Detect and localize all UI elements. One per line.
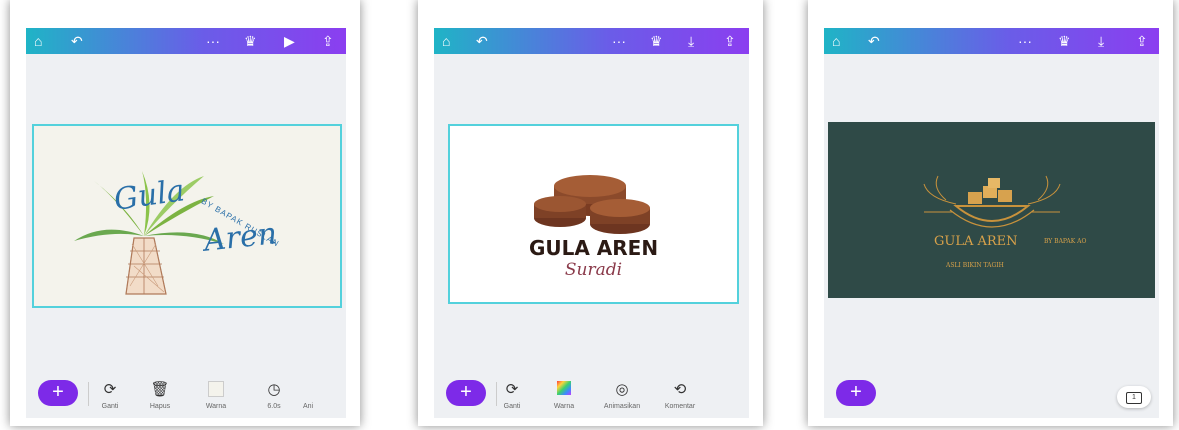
add-button[interactable]: +	[38, 380, 78, 406]
design-title: GULA AREN	[934, 234, 1018, 249]
add-button[interactable]: +	[836, 380, 876, 406]
tool-label: Warna	[205, 403, 227, 410]
download-icon[interactable]: ⤓	[1098, 28, 1104, 54]
bottom-toolbar: + ⟳ Ganti Warna ◎ Animasikan ⟲ Komentar	[434, 370, 749, 418]
crown-icon[interactable]: ♛	[1058, 28, 1071, 54]
editor-screen: ⌂ ↶ ··· ♛ ⤓ ⇪ GULA AREN BY BAPAK AO ASLI…	[824, 28, 1159, 418]
top-toolbar: ⌂ ↶ ··· ♛ ▶ ⇪	[26, 28, 346, 54]
tool-label: Ani	[302, 403, 314, 410]
tool-animate[interactable]: Ani	[298, 381, 318, 410]
share-icon[interactable]: ⇪	[1136, 28, 1148, 54]
comment-icon: ⟲	[673, 381, 687, 398]
design-canvas[interactable]: Gula Aren BY BAPAK RUSLAN	[32, 124, 342, 308]
animate-icon	[298, 381, 318, 399]
tool-comment[interactable]: ⟲ Komentar	[650, 381, 710, 410]
share-icon[interactable]: ⇪	[724, 28, 736, 54]
tool-delete[interactable]: 🗑 Hapus	[130, 381, 190, 410]
tool-color[interactable]: Warna	[534, 381, 594, 410]
plus-icon: +	[460, 381, 472, 403]
crown-icon[interactable]: ♛	[244, 28, 257, 54]
design-canvas[interactable]: GULA AREN BY BAPAK AO ASLI BIKIN TAGIH	[828, 122, 1155, 298]
timer-icon: ◷	[267, 381, 281, 398]
color-swatch-icon	[186, 381, 246, 399]
tool-label: 6.0s	[267, 403, 281, 410]
present-icon[interactable]: ▶	[284, 28, 295, 54]
design-title: GULA AREN	[528, 236, 659, 260]
tool-animate[interactable]: ◎ Animasikan	[592, 381, 652, 410]
replace-icon: ⟳	[505, 381, 519, 398]
tool-label: Komentar	[664, 403, 696, 410]
download-icon[interactable]: ⤓	[688, 28, 694, 54]
design-byline: BY BAPAK AO	[1044, 238, 1087, 245]
design-canvas[interactable]: GULA AREN Suradi	[448, 124, 739, 304]
color-palette-icon	[534, 381, 594, 399]
trash-icon: 🗑	[150, 381, 170, 398]
plus-icon: +	[52, 381, 64, 403]
undo-icon[interactable]: ↶	[476, 28, 488, 54]
share-icon[interactable]: ⇪	[322, 28, 334, 54]
phone-screenshot-2: ⌂ ↶ ··· ♛ ⤓ ⇪ GULA AREN Suradi + ⟳ Ganti…	[418, 0, 763, 426]
animate-icon: ◎	[615, 381, 629, 398]
tool-label: Ganti	[503, 403, 521, 410]
phone-screenshot-1: ⌂ ↶ ··· ♛ ▶ ⇪ Gula Aren BY BAPAK RUSLAN …	[10, 0, 360, 426]
tool-label: Hapus	[149, 403, 171, 410]
tool-replace[interactable]: ⟳ Ganti	[482, 381, 542, 410]
editor-screen: ⌂ ↶ ··· ♛ ▶ ⇪ Gula Aren BY BAPAK RUSLAN …	[26, 28, 346, 418]
undo-icon[interactable]: ↶	[868, 28, 880, 54]
more-icon[interactable]: ···	[612, 28, 626, 54]
home-icon[interactable]: ⌂	[832, 28, 840, 54]
bottom-toolbar: + ⟳ Ganti 🗑 Hapus Warna ◷ 6.0s Ani	[26, 370, 346, 418]
plus-icon: +	[850, 381, 862, 403]
add-button[interactable]: +	[446, 380, 486, 406]
more-icon[interactable]: ···	[206, 28, 220, 54]
crown-icon[interactable]: ♛	[650, 28, 663, 54]
tool-label: Animasikan	[603, 403, 641, 410]
home-icon[interactable]: ⌂	[34, 28, 42, 54]
tool-duration[interactable]: ◷ 6.0s	[244, 381, 304, 410]
top-toolbar: ⌂ ↶ ··· ♛ ⤓ ⇪	[434, 28, 749, 54]
undo-icon[interactable]: ↶	[71, 28, 83, 54]
more-icon[interactable]: ···	[1018, 28, 1032, 54]
page-count-icon: 1	[1126, 392, 1142, 404]
phone-screenshot-3: ⌂ ↶ ··· ♛ ⤓ ⇪ GULA AREN BY BAPAK AO ASLI…	[808, 0, 1173, 426]
design-tagline: ASLI BIKIN TAGIH	[946, 262, 1004, 269]
tool-color[interactable]: Warna	[186, 381, 246, 410]
home-icon[interactable]: ⌂	[442, 28, 450, 54]
bottom-toolbar: + 1	[824, 370, 1159, 418]
top-toolbar: ⌂ ↶ ··· ♛ ⤓ ⇪	[824, 28, 1159, 54]
palm-logo-graphic	[74, 171, 224, 295]
editor-screen: ⌂ ↶ ··· ♛ ⤓ ⇪ GULA AREN Suradi + ⟳ Ganti…	[434, 28, 749, 418]
page-indicator-button[interactable]: 1	[1117, 386, 1151, 408]
design-subtitle: Suradi	[564, 260, 623, 280]
tool-label: Warna	[553, 403, 575, 410]
